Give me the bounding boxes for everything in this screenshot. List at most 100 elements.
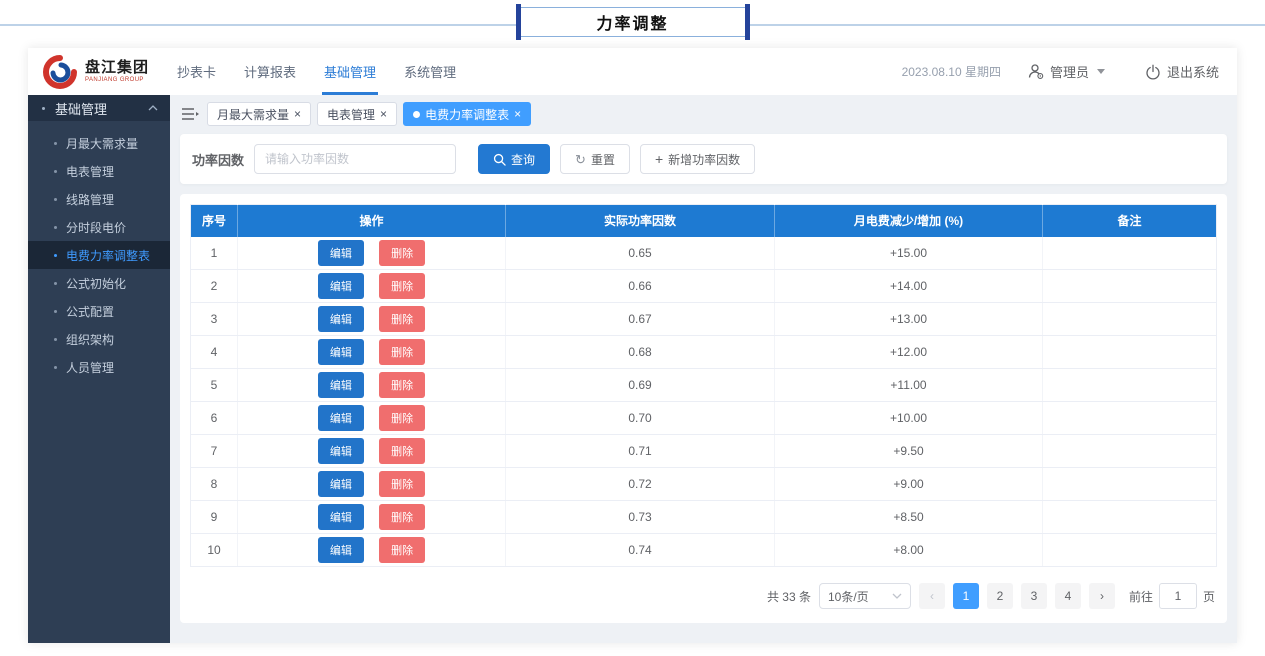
edit-button[interactable]: 编辑 xyxy=(318,339,364,365)
sidebar-item[interactable]: 月最大需求量 xyxy=(28,129,170,157)
tab[interactable]: 电费力率调整表 × xyxy=(403,102,531,126)
reset-button[interactable]: ↻ 重置 xyxy=(560,144,630,174)
cell-note xyxy=(1043,369,1217,402)
sidebar-item[interactable]: 电表管理 xyxy=(28,157,170,185)
nav-item-label: 基础管理 xyxy=(324,62,376,81)
chevron-down-icon xyxy=(892,593,902,599)
nav-item[interactable]: 抄表卡 xyxy=(175,48,218,95)
edit-button[interactable]: 编辑 xyxy=(318,240,364,266)
sidebar-item[interactable]: 分时段电价 xyxy=(28,213,170,241)
sidebar-item[interactable]: 线路管理 xyxy=(28,185,170,213)
goto-label: 前往 xyxy=(1129,588,1153,605)
cell-monthly-change: +14.00 xyxy=(775,270,1043,303)
cell-power-factor: 0.72 xyxy=(506,468,775,501)
page-size-select[interactable]: 10条/页 xyxy=(819,583,911,609)
cell-monthly-change: +9.50 xyxy=(775,435,1043,468)
cell-power-factor: 0.66 xyxy=(506,270,775,303)
page-number-button[interactable]: 1 xyxy=(953,583,979,609)
edit-button[interactable]: 编辑 xyxy=(318,405,364,431)
cell-actions: 编辑 删除 xyxy=(238,402,506,435)
cell-note xyxy=(1043,501,1217,534)
cell-index: 8 xyxy=(191,468,238,501)
page-number-button[interactable]: 2 xyxy=(987,583,1013,609)
sidebar-item[interactable]: 组织架构 xyxy=(28,325,170,353)
sidebar-item-label: 电表管理 xyxy=(66,163,114,180)
refresh-icon: ↻ xyxy=(575,153,586,166)
logo-cn: 盘江集团 xyxy=(85,60,149,77)
goto-page: 前往 页 xyxy=(1129,583,1215,609)
power-factor-input[interactable] xyxy=(254,144,456,174)
delete-button[interactable]: 删除 xyxy=(379,372,425,398)
cell-index: 2 xyxy=(191,270,238,303)
edit-button[interactable]: 编辑 xyxy=(318,537,364,563)
close-icon[interactable]: × xyxy=(380,108,387,120)
cell-actions: 编辑 删除 xyxy=(238,369,506,402)
table-header-row: 序号 操作 实际功率因数 月电费减少/增加 (%) 备注 xyxy=(191,205,1217,237)
sidebar-item-label: 公式初始化 xyxy=(66,275,126,292)
page-number-button[interactable]: 4 xyxy=(1055,583,1081,609)
delete-button[interactable]: 删除 xyxy=(379,471,425,497)
close-icon[interactable]: × xyxy=(514,108,521,120)
delete-button[interactable]: 删除 xyxy=(379,438,425,464)
tab-label: 电费力率调整表 xyxy=(425,106,509,123)
sidebar-item[interactable]: 公式配置 xyxy=(28,297,170,325)
page-number-button[interactable]: 3 xyxy=(1021,583,1047,609)
sidebar-item[interactable]: 公式初始化 xyxy=(28,269,170,297)
edit-button[interactable]: 编辑 xyxy=(318,372,364,398)
delete-button[interactable]: 删除 xyxy=(379,273,425,299)
edit-button[interactable]: 编辑 xyxy=(318,273,364,299)
delete-button[interactable]: 删除 xyxy=(379,504,425,530)
edit-button[interactable]: 编辑 xyxy=(318,471,364,497)
tab-list-icon[interactable] xyxy=(180,103,200,125)
cell-actions: 编辑 删除 xyxy=(238,270,506,303)
delete-button[interactable]: 删除 xyxy=(379,240,425,266)
user-menu[interactable]: 管理员 xyxy=(1027,62,1105,81)
cell-actions: 编辑 删除 xyxy=(238,237,506,270)
close-icon[interactable]: × xyxy=(294,108,301,120)
edit-button[interactable]: 编辑 xyxy=(318,504,364,530)
edit-button[interactable]: 编辑 xyxy=(318,438,364,464)
cell-actions: 编辑 删除 xyxy=(238,534,506,567)
main-nav: 抄表卡 计算报表 基础管理 系统管理 xyxy=(175,48,458,95)
edit-button[interactable]: 编辑 xyxy=(318,306,364,332)
nav-item[interactable]: 计算报表 xyxy=(242,48,298,95)
tab[interactable]: 电表管理 × xyxy=(317,102,397,126)
logo: 盘江集团 PANJIANG GROUP xyxy=(42,54,149,90)
sidebar-item-label: 分时段电价 xyxy=(66,219,126,236)
delete-button[interactable]: 删除 xyxy=(379,537,425,563)
delete-button[interactable]: 删除 xyxy=(379,405,425,431)
total-count: 共 33 条 xyxy=(767,588,811,605)
cell-power-factor: 0.70 xyxy=(506,402,775,435)
add-power-factor-button[interactable]: + 新增功率因数 xyxy=(640,144,755,174)
active-dot-icon xyxy=(413,111,420,118)
cell-monthly-change: +9.00 xyxy=(775,468,1043,501)
tab[interactable]: 月最大需求量 × xyxy=(207,102,311,126)
cell-index: 1 xyxy=(191,237,238,270)
next-page-button[interactable]: › xyxy=(1089,583,1115,609)
cell-monthly-change: +8.50 xyxy=(775,501,1043,534)
column-header: 操作 xyxy=(238,205,506,237)
logout-button[interactable]: 退出系统 xyxy=(1145,62,1219,81)
chevron-up-icon xyxy=(148,105,158,111)
sidebar-group-basic-management[interactable]: 基础管理 xyxy=(28,95,170,121)
sidebar-item[interactable]: 电费力率调整表 xyxy=(28,241,170,269)
nav-item[interactable]: 基础管理 xyxy=(322,48,378,95)
content-area: 月最大需求量 × 电表管理 × 电费力率调整表 × xyxy=(170,95,1237,643)
header-right: 2023.08.10 星期四 管理员 xyxy=(902,62,1219,81)
table-row: 6 编辑 删除 0.70 +10.00 xyxy=(191,402,1217,435)
delete-button[interactable]: 删除 xyxy=(379,306,425,332)
nav-item[interactable]: 系统管理 xyxy=(402,48,458,95)
prev-page-button[interactable]: ‹ xyxy=(919,583,945,609)
goto-page-input[interactable] xyxy=(1159,583,1197,609)
delete-button[interactable]: 删除 xyxy=(379,339,425,365)
cell-note xyxy=(1043,468,1217,501)
sidebar-item[interactable]: 人员管理 xyxy=(28,353,170,381)
cell-monthly-change: +8.00 xyxy=(775,534,1043,567)
search-button[interactable]: 查询 xyxy=(478,144,550,174)
cell-index: 6 xyxy=(191,402,238,435)
power-factor-table: 序号 操作 实际功率因数 月电费减少/增加 (%) 备注 xyxy=(190,204,1217,567)
logout-label: 退出系统 xyxy=(1167,62,1219,81)
cell-note xyxy=(1043,303,1217,336)
cell-power-factor: 0.65 xyxy=(506,237,775,270)
logo-swirl-icon xyxy=(42,54,78,90)
